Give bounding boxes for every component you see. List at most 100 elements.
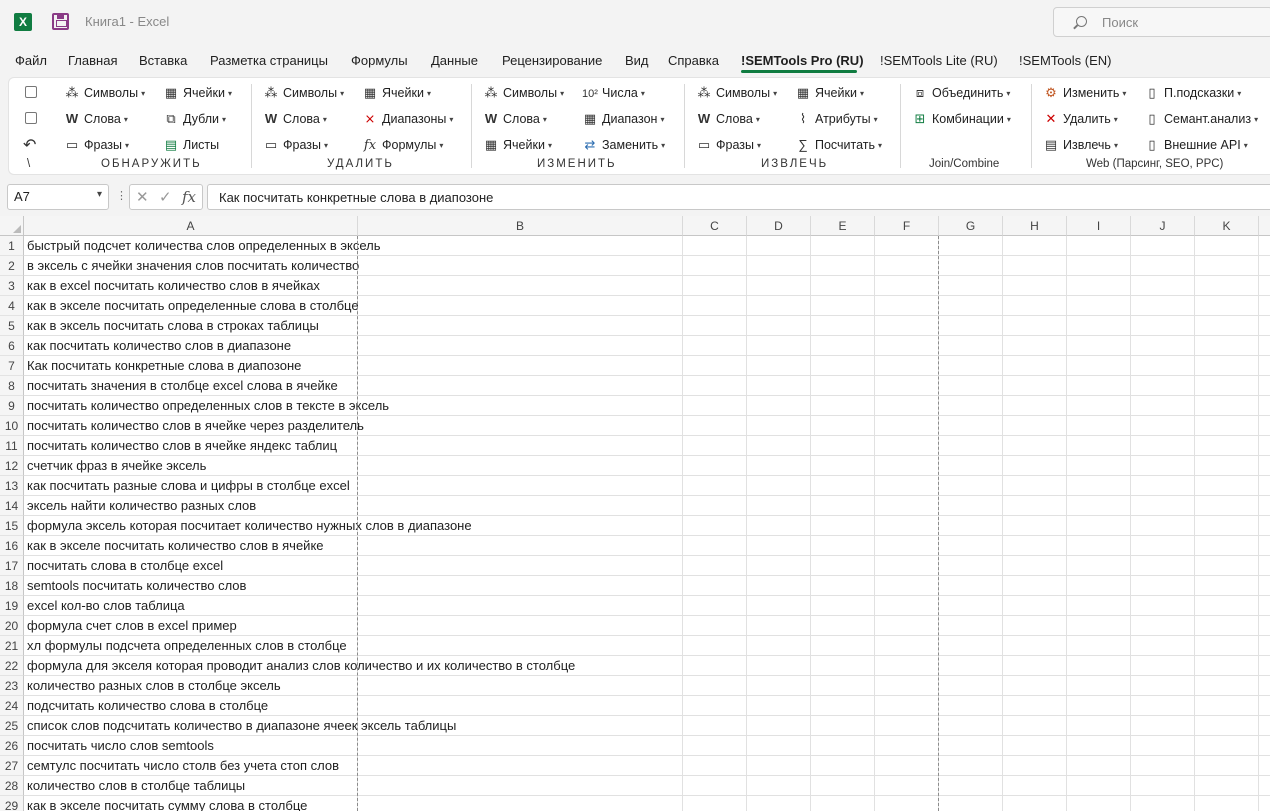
extract-attributes-button[interactable]: ⌇ Атрибуты ▾ (795, 110, 878, 128)
change-symbols-button[interactable]: ⁂ Символы ▾ (483, 84, 565, 102)
tab-10[interactable]: !SEMTools Lite (RU) (880, 53, 998, 68)
cell-a[interactable]: формула для экселя которая проводит анал… (27, 658, 575, 673)
change-range-button[interactable]: ▦ Диапазон ▾ (582, 110, 665, 128)
name-box[interactable]: A7 ▾ (7, 184, 109, 210)
extract-cells-button[interactable]: ▦ Ячейки ▾ (795, 84, 864, 102)
row-header[interactable]: 4 (0, 296, 24, 316)
cell-a[interactable]: как в экселе посчитать определенные слов… (27, 298, 359, 313)
formula-input[interactable]: Как посчитать конкретные слова в диапозо… (207, 184, 1270, 210)
column-header[interactable]: F (875, 216, 939, 236)
confirm-icon[interactable]: ✓ (159, 188, 172, 206)
tab-11[interactable]: !SEMTools (EN) (1019, 53, 1111, 68)
merge-button[interactable]: ⧈ Объединить ▾ (912, 84, 1011, 102)
tab-3[interactable]: Разметка страницы (210, 53, 328, 68)
cell-a[interactable]: подсчитать количество слова в столбце (27, 698, 268, 713)
find-symbols-button[interactable]: ⁂ Символы ▾ (64, 84, 146, 102)
row-header[interactable]: 26 (0, 736, 24, 756)
column-header[interactable]: A (24, 216, 358, 236)
row-header[interactable]: 1 (0, 236, 24, 256)
insert-function-icon[interactable]: fx (182, 188, 196, 206)
row-header[interactable]: 14 (0, 496, 24, 516)
cell-a[interactable]: как в экселе посчитать сумму слова в сто… (27, 798, 307, 811)
find-words-button[interactable]: W Слова ▾ (64, 110, 128, 128)
extract-count-button[interactable]: ∑ Посчитать ▾ (795, 136, 882, 154)
cell-a[interactable]: как в экселе посчитать количество слов в… (27, 538, 324, 553)
tab-6[interactable]: Рецензирование (502, 53, 602, 68)
find-sheets-button[interactable]: ▤ Листы (163, 136, 219, 154)
row-header[interactable]: 7 (0, 356, 24, 376)
cell-a[interactable]: список слов подсчитать количество в диап… (27, 718, 456, 733)
row-header[interactable]: 10 (0, 416, 24, 436)
row-header[interactable]: 13 (0, 476, 24, 496)
web-extract-button[interactable]: ▤ Извлечь ▾ (1043, 136, 1118, 154)
row-header[interactable]: 12 (0, 456, 24, 476)
tab-1[interactable]: Главная (68, 53, 117, 68)
remove-words-button[interactable]: W Слова ▾ (263, 110, 327, 128)
cell-a[interactable]: Как посчитать конкретные слова в диапозо… (27, 358, 301, 373)
cell-a[interactable]: количество слов в столбце таблицы (27, 778, 245, 793)
row-header[interactable]: 17 (0, 556, 24, 576)
cell-a[interactable]: посчитать число слов semtools (27, 738, 214, 753)
column-header[interactable]: I (1067, 216, 1131, 236)
cell-a[interactable]: excel кол-во слов таблица (27, 598, 185, 613)
column-header[interactable]: J (1131, 216, 1195, 236)
row-header[interactable]: 11 (0, 436, 24, 456)
cell-a[interactable]: посчитать количество слов в ячейке через… (27, 418, 364, 433)
cell-a[interactable]: счетчик фраз в ячейке эксель (27, 458, 206, 473)
cell-a[interactable]: количество разных слов в столбце эксель (27, 678, 281, 693)
row-header[interactable]: 29 (0, 796, 24, 811)
cell-a[interactable]: хл формулы подсчета определенных слов в … (27, 638, 347, 653)
chevron-down-icon[interactable]: ▾ (97, 189, 102, 200)
row-header[interactable]: 20 (0, 616, 24, 636)
row-header[interactable]: 27 (0, 756, 24, 776)
column-header[interactable] (1259, 216, 1270, 236)
row-header[interactable]: 6 (0, 336, 24, 356)
cell-a[interactable]: посчитать количество определенных слов в… (27, 398, 389, 413)
extract-symbols-button[interactable]: ⁂ Символы ▾ (696, 84, 778, 102)
web-change-button[interactable]: ⚙ Изменить ▾ (1043, 84, 1126, 102)
tab-9[interactable]: !SEMTools Pro (RU) (741, 53, 864, 68)
row-header[interactable]: 22 (0, 656, 24, 676)
tab-4[interactable]: Формулы (351, 53, 408, 68)
change-words-button[interactable]: W Слова ▾ (483, 110, 547, 128)
save-icon[interactable] (52, 13, 69, 30)
select-all-corner[interactable] (0, 216, 24, 236)
change-numbers-button[interactable]: 10² Числа ▾ (582, 84, 645, 102)
row-header[interactable]: 3 (0, 276, 24, 296)
extract-phrases-button[interactable]: ▭ Фразы ▾ (696, 136, 761, 154)
row-header[interactable]: 18 (0, 576, 24, 596)
cell-a[interactable]: в эксель с ячейки значения слов посчитат… (27, 258, 359, 273)
external-api-button[interactable]: ▯ Внешние API ▾ (1144, 136, 1247, 154)
tab-7[interactable]: Вид (625, 53, 649, 68)
row-header[interactable]: 5 (0, 316, 24, 336)
tab-2[interactable]: Вставка (139, 53, 187, 68)
undo-icon[interactable]: ↶ (23, 135, 36, 155)
tab-0[interactable]: Файл (15, 53, 47, 68)
ribbon-checkbox[interactable] (25, 112, 37, 124)
row-header[interactable]: 8 (0, 376, 24, 396)
column-header[interactable]: K (1195, 216, 1259, 236)
ribbon-checkbox[interactable] (25, 86, 37, 98)
column-header[interactable]: B (358, 216, 683, 236)
tab-8[interactable]: Справка (668, 53, 719, 68)
remove-symbols-button[interactable]: ⁂ Символы ▾ (263, 84, 345, 102)
hints-button[interactable]: ▯ П.подсказки ▾ (1144, 84, 1241, 102)
remove-phrases-button[interactable]: ▭ Фразы ▾ (263, 136, 328, 154)
cell-a[interactable]: посчитать количество слов в ячейке яндек… (27, 438, 337, 453)
column-header[interactable]: H (1003, 216, 1067, 236)
remove-cells-button[interactable]: ▦ Ячейки ▾ (362, 84, 431, 102)
cancel-icon[interactable]: ✕ (136, 188, 149, 206)
find-dupes-button[interactable]: ⧉ Дубли ▾ (163, 110, 226, 128)
cell-a[interactable]: как в эксель посчитать слова в строках т… (27, 318, 319, 333)
tab-5[interactable]: Данные (431, 53, 478, 68)
cell-a[interactable]: быстрый подсчет количества слов определе… (27, 238, 381, 253)
row-header[interactable]: 21 (0, 636, 24, 656)
row-header[interactable]: 28 (0, 776, 24, 796)
row-header[interactable]: 24 (0, 696, 24, 716)
remove-ranges-button[interactable]: ⨯ Диапазоны ▾ (362, 110, 454, 128)
column-header[interactable]: E (811, 216, 875, 236)
find-cells-button[interactable]: ▦ Ячейки ▾ (163, 84, 232, 102)
search-input[interactable]: Поиск (1053, 7, 1270, 37)
cell-a[interactable]: как посчитать разные слова и цифры в сто… (27, 478, 350, 493)
web-delete-button[interactable]: ✕ Удалить ▾ (1043, 110, 1118, 128)
